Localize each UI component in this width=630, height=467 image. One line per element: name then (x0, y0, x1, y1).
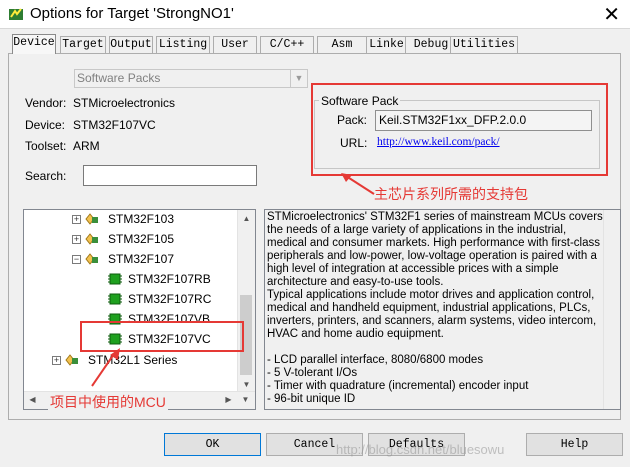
tab-device[interactable]: Device (12, 34, 56, 54)
tree-item-label: STM32F107RC (128, 292, 212, 306)
expand-icon[interactable]: + (52, 356, 61, 365)
tree-item[interactable]: STM32F107RC (24, 290, 238, 308)
mcu-annotation: 项目中使用的MCU (48, 392, 168, 412)
chip-icon (108, 293, 122, 305)
title-bar: Options for Target 'StrongNO1' ✕ (0, 0, 630, 29)
scroll-up-icon[interactable]: ▲ (239, 211, 254, 226)
tree-item[interactable]: − STM32F107 (24, 250, 238, 268)
tree-item[interactable]: + STM32F105 (24, 230, 238, 248)
chevron-down-icon[interactable]: ▼ (290, 70, 307, 87)
tab-user[interactable]: User (213, 36, 257, 53)
scroll-left-icon[interactable]: ◀ (25, 392, 40, 407)
chip-icon (108, 273, 122, 285)
software-packs-select[interactable]: Software Packs ▼ (74, 69, 308, 88)
scroll-down-icon[interactable]: ▼ (238, 392, 253, 407)
tab-utilities[interactable]: Utilities (450, 36, 518, 53)
expand-icon[interactable]: + (72, 235, 81, 244)
feature-item: - 5 V-tolerant I/Os (267, 367, 358, 379)
device-tree[interactable]: + STM32F103 + STM32F105 − STM32F107 STM3… (23, 209, 256, 410)
vendor-label: Vendor: (25, 96, 67, 110)
tree-item[interactable]: + STM32L1 Series (24, 351, 238, 369)
feature-item: - 96-bit unique ID (267, 393, 356, 405)
tree-item-label: STM32F107 (108, 252, 175, 266)
window-title: Options for Target 'StrongNO1' (30, 5, 234, 22)
search-input[interactable] (83, 165, 257, 186)
device-value: STM32F107VC (73, 118, 156, 132)
tree-item-label: STM32F105 (108, 232, 175, 246)
toolset-label: Toolset: (25, 139, 67, 153)
device-description: STMicroelectronics' STM32F1 series of ma… (264, 209, 621, 410)
tree-item[interactable]: + STM32F103 (24, 210, 238, 228)
description-paragraph: STMicroelectronics' STM32F1 series of ma… (267, 211, 603, 288)
pack-highlight-box (311, 83, 608, 176)
keil-app-icon (9, 8, 23, 20)
tree-item[interactable]: STM32F107RB (24, 270, 238, 288)
ok-button[interactable]: OK (164, 433, 261, 456)
description-scrollbar[interactable] (603, 210, 620, 409)
scroll-right-icon[interactable]: ▶ (221, 392, 236, 407)
tab-asm[interactable]: Asm (317, 36, 367, 53)
device-label: Device: (25, 118, 66, 132)
chip-family-icon (65, 354, 78, 366)
tab-output[interactable]: Output (109, 36, 153, 53)
pack-annotation: 主芯片系列所需的支持包 (374, 186, 528, 202)
feature-list: - LCD parallel interface, 8080/6800 mode… (267, 354, 603, 406)
help-button[interactable]: Help (526, 433, 623, 456)
tab-c-cpp[interactable]: C/C++ (260, 36, 314, 53)
tree-vertical-scrollbar[interactable]: ▲ ▼ (237, 210, 255, 393)
feature-item: - LCD parallel interface, 8080/6800 mode… (267, 354, 484, 366)
arrow-icon (91, 348, 120, 387)
tree-item-label: STM32F103 (108, 212, 175, 226)
close-icon[interactable]: ✕ (603, 2, 620, 27)
chip-family-icon (85, 233, 98, 245)
toolset-value: ARM (73, 139, 100, 153)
feature-item: - Timer with quadrature (incremental) en… (267, 380, 529, 392)
tab-target[interactable]: Target (60, 36, 106, 53)
search-label: Search: (25, 169, 67, 183)
arrow-icon (341, 173, 375, 195)
tab-listing[interactable]: Listing (156, 36, 210, 53)
watermark: http://blog.csdn.net/bluesowu (336, 442, 505, 457)
vendor-value: STMicroelectronics (73, 96, 176, 110)
chip-family-icon (85, 253, 98, 265)
software-packs-select-value: Software Packs (77, 71, 161, 85)
collapse-icon[interactable]: − (72, 255, 81, 264)
tab-strip: Device Target Output Listing User C/C++ … (10, 34, 620, 54)
expand-icon[interactable]: + (72, 215, 81, 224)
tree-item-label: STM32F107RB (128, 272, 211, 286)
chip-family-icon (85, 213, 98, 225)
description-paragraph: Typical applications include motor drive… (267, 289, 597, 340)
scroll-down-icon[interactable]: ▼ (239, 377, 254, 392)
